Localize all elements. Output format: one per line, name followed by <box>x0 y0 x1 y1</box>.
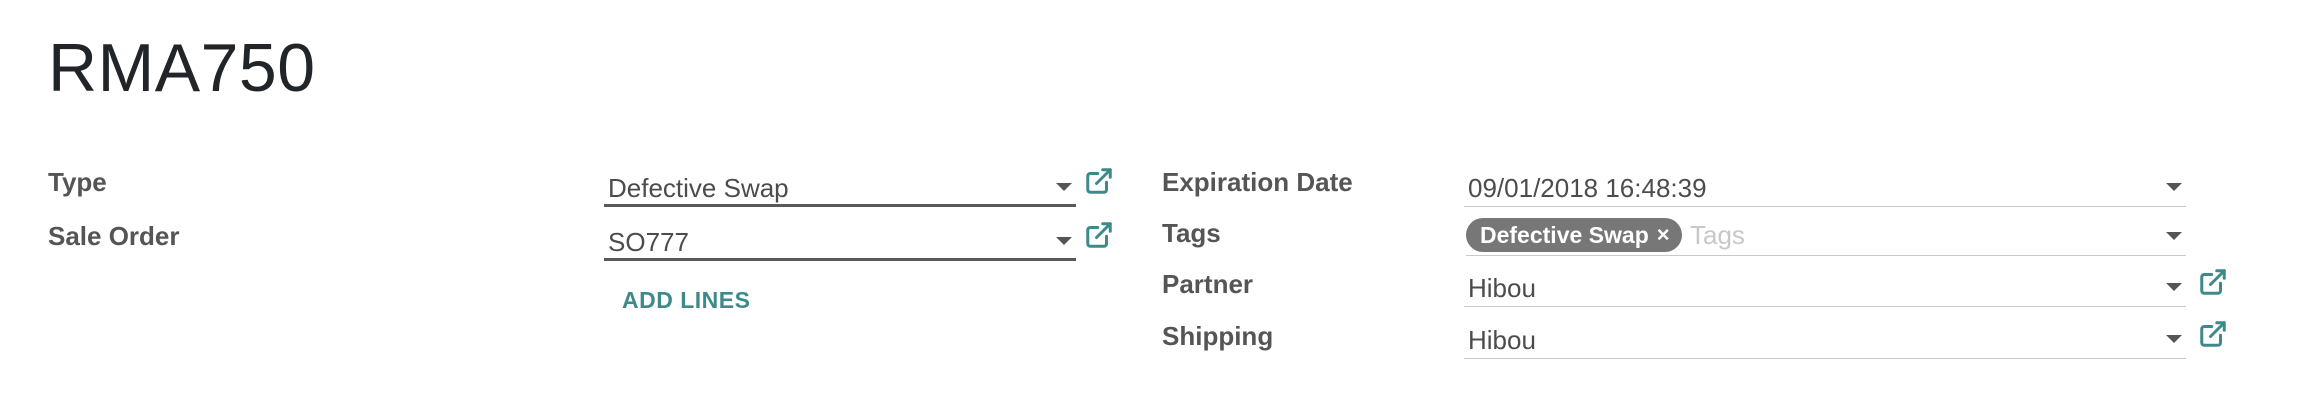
tag-badge: Defective Swap × <box>1466 218 1682 252</box>
caret-down-icon[interactable] <box>1056 183 1072 191</box>
caret-down-icon[interactable] <box>2166 283 2182 291</box>
sale-order-external-link-icon[interactable] <box>1084 220 1114 250</box>
caret-down-icon[interactable] <box>2166 183 2182 191</box>
shipping-label: Shipping <box>1162 321 1274 351</box>
shipping-external-link-icon[interactable] <box>2198 319 2228 349</box>
type-external-link-icon[interactable] <box>1084 166 1114 196</box>
sale-order-select[interactable]: SO777 <box>604 221 1076 261</box>
shipping-field[interactable]: Hibou <box>1464 319 2186 359</box>
add-lines-button[interactable]: ADD LINES <box>622 286 750 314</box>
sale-order-label: Sale Order <box>48 221 180 251</box>
tag-badge-label: Defective Swap <box>1480 222 1649 248</box>
record-title: RMA750 <box>48 30 316 106</box>
shipping-value: Hibou <box>1468 325 1536 355</box>
tags-label: Tags <box>1162 218 1221 248</box>
caret-down-icon[interactable] <box>2166 232 2182 240</box>
partner-external-link-icon[interactable] <box>2198 267 2228 297</box>
caret-down-icon[interactable] <box>1056 237 1072 245</box>
close-icon[interactable]: × <box>1657 218 1670 252</box>
caret-down-icon[interactable] <box>2166 335 2182 343</box>
partner-label: Partner <box>1162 269 1254 299</box>
partner-field[interactable]: Hibou <box>1464 267 2186 307</box>
type-value: Defective Swap <box>608 173 789 203</box>
expiration-date-field[interactable]: 09/01/2018 16:48:39 <box>1464 167 2186 207</box>
type-label: Type <box>48 167 107 197</box>
partner-value: Hibou <box>1468 273 1536 303</box>
tags-input[interactable] <box>1690 218 2130 252</box>
expiration-date-value: 09/01/2018 16:48:39 <box>1468 173 1707 203</box>
expiration-date-label: Expiration Date <box>1162 167 1353 197</box>
tags-field[interactable]: Defective Swap × <box>1466 216 2186 256</box>
type-select[interactable]: Defective Swap <box>604 167 1076 207</box>
sale-order-value: SO777 <box>608 227 689 257</box>
